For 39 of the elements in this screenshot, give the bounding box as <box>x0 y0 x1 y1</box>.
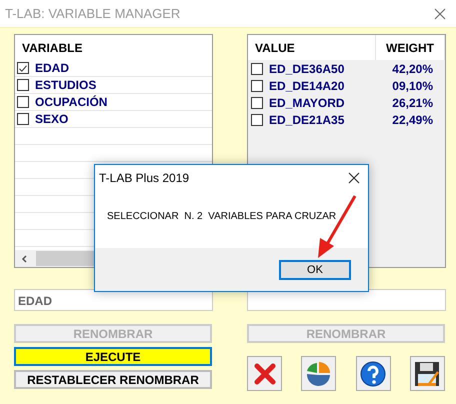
checkbox[interactable] <box>17 79 29 91</box>
pie-chart-button[interactable] <box>301 356 336 391</box>
checkbox[interactable] <box>251 62 263 74</box>
dialog-title: T-LAB Plus 2019 <box>99 171 190 185</box>
variable-item[interactable]: SEXO <box>35 112 68 126</box>
column-header: WEIGHT <box>386 40 434 54</box>
save-button[interactable] <box>410 356 445 391</box>
rename-button[interactable]: RESTABLECER RENOMBRAR <box>14 370 212 389</box>
window-title: T-LAB: VARIABLE MANAGER <box>5 6 180 21</box>
checkbox[interactable] <box>251 114 263 126</box>
weight-cell-text: 09,10% <box>391 78 434 92</box>
column-header: VALUE <box>255 40 295 54</box>
x-icon <box>254 362 276 384</box>
dialog-message: SELECCIONAR N. 2 VARIABLES PARA CRUZAR <box>107 211 336 224</box>
checkbox[interactable] <box>251 80 263 92</box>
value-item[interactable]: ED_DE14A20 <box>269 78 373 92</box>
checkbox[interactable] <box>251 96 263 108</box>
variable-item[interactable]: ESTUDIOS <box>35 78 96 92</box>
variable-item[interactable]: OCUPACIÓN <box>35 95 108 109</box>
weight-cell-text: 26,21% <box>391 96 434 110</box>
delete-button[interactable] <box>247 356 282 391</box>
variable-name-field[interactable]: EDAD <box>14 289 213 311</box>
execute-button[interactable]: EJECUTE <box>14 347 212 366</box>
checkbox[interactable] <box>17 62 29 74</box>
ok-button[interactable]: OK <box>279 260 351 280</box>
checkbox[interactable] <box>17 113 29 125</box>
weight-cell-text: 22,49% <box>391 112 434 126</box>
value-item[interactable]: ED_DE36A50 <box>269 62 373 76</box>
help-button[interactable] <box>356 356 391 391</box>
value-item[interactable]: ED_DE21A35 <box>269 112 373 126</box>
pie-chart-icon <box>304 360 333 386</box>
close-icon[interactable] <box>348 172 360 184</box>
help-icon <box>359 360 388 388</box>
column-header: VARIABLE <box>21 40 84 56</box>
checkbox[interactable] <box>17 96 29 108</box>
variable-item[interactable]: EDAD <box>35 61 70 75</box>
value-name-field[interactable] <box>247 289 446 311</box>
weight-cell-text: 42,20% <box>391 62 434 76</box>
value-item[interactable]: ED_MAYORD <box>269 96 373 110</box>
